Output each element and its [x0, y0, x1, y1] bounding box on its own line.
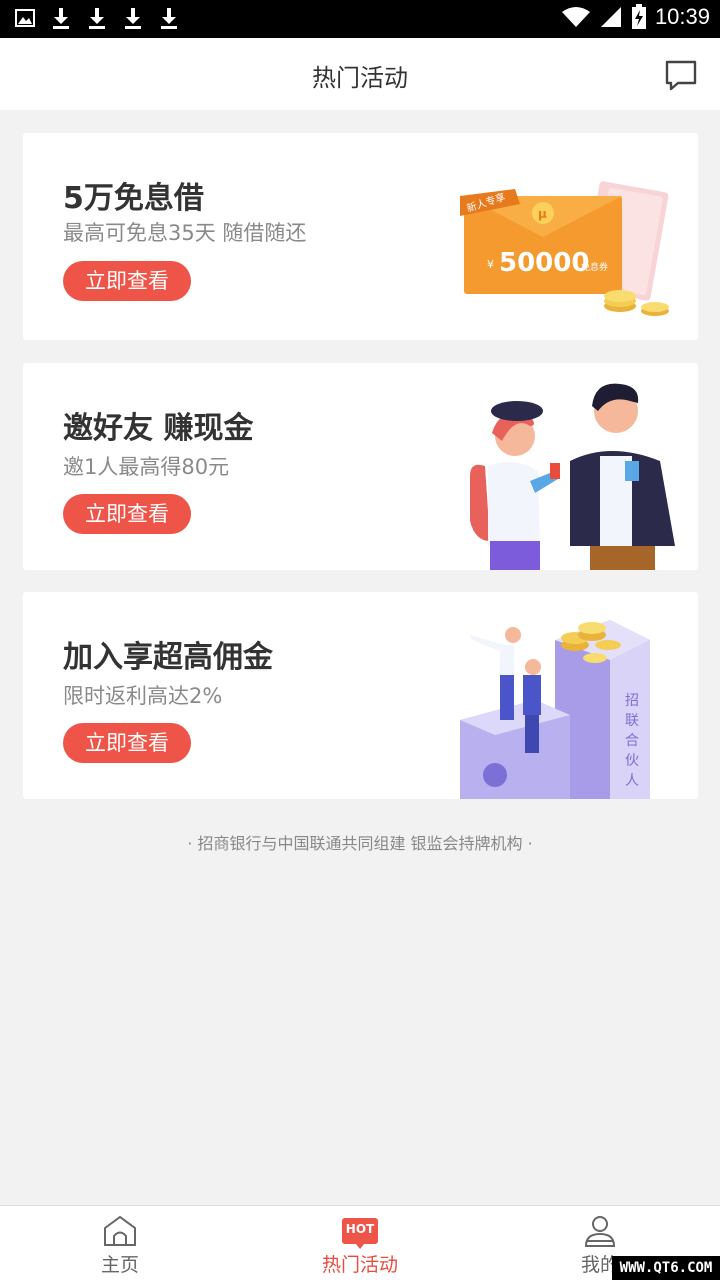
coupon-tag: 免息券: [581, 261, 608, 273]
partner-text-4: 伙: [625, 753, 639, 769]
view-now-button[interactable]: 立即查看: [63, 261, 191, 301]
nav-item-hot[interactable]: HOT 热门活动: [290, 1214, 430, 1277]
status-time: 10:39: [654, 4, 710, 29]
activity-card-partner[interactable]: 加入享超高佣金 限时返利高达2% 立即查看 招 联 合 伙 人: [23, 592, 698, 799]
card-subtitle: 最高可免息35天 随借随还: [63, 221, 307, 245]
wifi-icon: [561, 7, 590, 27]
watermark: WWW.QT6.COM: [612, 1256, 720, 1280]
coupon-currency: ¥: [487, 258, 494, 271]
partner-text-3: 合: [625, 733, 639, 749]
card-subtitle: 限时返利高达2%: [63, 684, 223, 708]
download-icon: [53, 8, 69, 29]
image-icon: [15, 9, 35, 27]
message-button[interactable]: [664, 58, 698, 92]
partner-text-1: 招: [625, 693, 639, 709]
coupon-amount: 50000: [499, 248, 589, 278]
partner-text-2: 联: [625, 713, 639, 729]
card-subtitle: 邀1人最高得80元: [63, 455, 230, 479]
user-icon: [584, 1216, 616, 1247]
download-icon: [89, 8, 105, 29]
card-title: 5万免息借: [63, 181, 204, 216]
svg-text:μ: μ: [538, 207, 547, 221]
nav-item-home[interactable]: 主页: [50, 1214, 190, 1277]
coupon-illustration: 新人专享 μ ¥ 50000 免息券: [460, 181, 669, 316]
message-icon: [665, 60, 697, 91]
home-icon: [104, 1215, 136, 1246]
footer-note: · 招商银行与中国联通共同组建 银监会持牌机构 ·: [187, 834, 533, 853]
partner-illustration: 招 联 合 伙 人: [460, 620, 650, 799]
page-title: 热门活动: [312, 64, 408, 92]
battery-icon: [631, 4, 646, 29]
download-icon: [125, 8, 141, 29]
hot-icon: HOT: [342, 1218, 378, 1249]
status-bar: 10:39: [0, 0, 720, 38]
activity-card-loan[interactable]: 5万免息借 最高可免息35天 随借随还 立即查看 新人专享 μ ¥ 50000 …: [23, 133, 698, 340]
nav-label: 热门活动: [321, 1254, 398, 1276]
view-now-button[interactable]: 立即查看: [63, 494, 191, 534]
activity-card-invite[interactable]: 邀好友 赚现金 邀1人最高得80元 立即查看: [23, 363, 698, 570]
friends-illustration: [470, 383, 675, 570]
partner-text-5: 人: [625, 773, 639, 789]
view-now-button[interactable]: 立即查看: [63, 723, 191, 763]
app-header: 热门活动: [0, 38, 720, 110]
download-icon: [161, 8, 177, 29]
nav-label: 主页: [100, 1254, 139, 1276]
signal-icon: [600, 7, 621, 27]
card-title: 邀好友 赚现金: [63, 411, 254, 446]
card-title: 加入享超高佣金: [63, 640, 273, 675]
